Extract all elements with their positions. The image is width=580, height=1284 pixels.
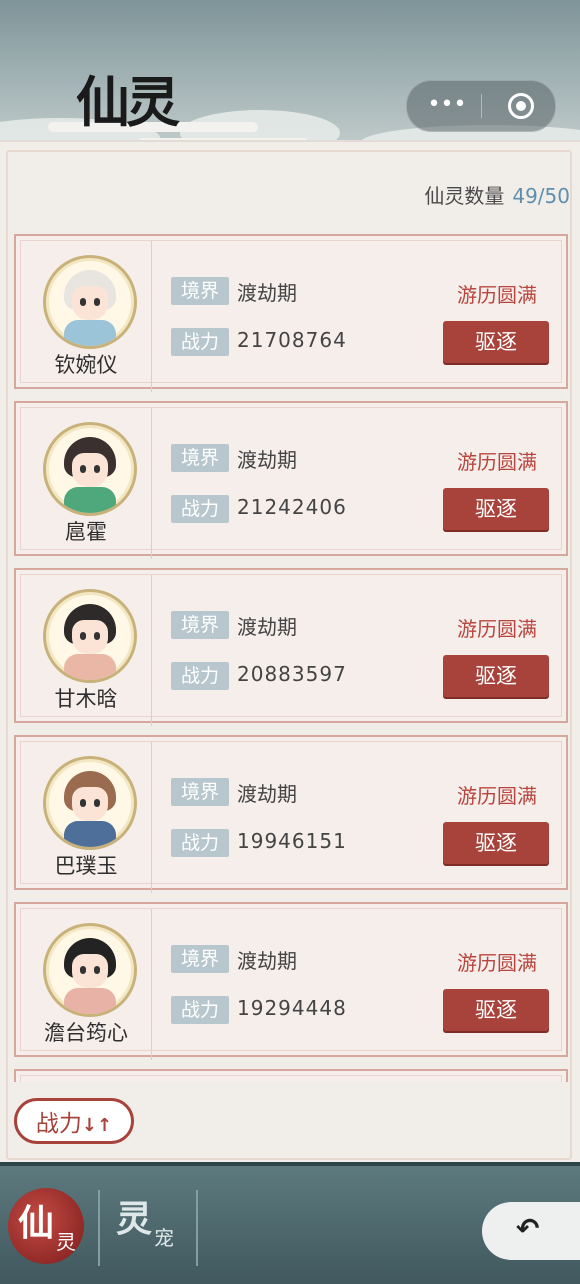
fairy-card: 钦婉仪 境界 渡劫期 战力 21708764 游历圆满 驱逐 <box>14 234 568 392</box>
realm-tag: 境界 <box>171 778 229 806</box>
fairy-count: 仙灵数量 49/50 <box>424 180 570 209</box>
avatar-outfit <box>64 487 116 513</box>
sort-arrows-icon: ↓↑ <box>81 1115 113 1136</box>
power-value: 21708764 <box>237 328 347 352</box>
realm-value: 渡劫期 <box>237 281 297 305</box>
fairy-list[interactable]: 钦婉仪 境界 渡劫期 战力 21708764 游历圆满 驱逐 扈霍 境界 渡劫期… <box>14 234 568 1082</box>
power-tag: 战力 <box>171 829 229 857</box>
power-tag: 战力 <box>171 662 229 690</box>
bottom-nav: 仙 灵 灵 宠 ↶ <box>0 1162 580 1284</box>
page-title: 仙灵 <box>76 70 180 134</box>
avatar[interactable] <box>43 589 137 683</box>
power-tag: 战力 <box>171 495 229 523</box>
tab-fairy[interactable]: 仙 灵 <box>8 1188 84 1264</box>
power-tag: 战力 <box>171 328 229 356</box>
expel-button[interactable]: 驱逐 <box>443 822 549 864</box>
status-text: 游历圆满 <box>457 450 537 474</box>
back-button[interactable]: ↶ <box>482 1202 580 1260</box>
tab-pet-main: 灵 <box>116 1198 153 1240</box>
header-background: 仙灵 ••• <box>0 0 580 160</box>
fairy-card-partial <box>14 1069 568 1082</box>
sort-label: 战力 <box>35 1111 82 1137</box>
power-value: 19946151 <box>237 829 347 853</box>
expel-button[interactable]: 驱逐 <box>443 488 549 530</box>
fairy-name: 巴璞玉 <box>54 854 118 878</box>
fairy-card: 巴璞玉 境界 渡劫期 战力 19946151 游历圆满 驱逐 <box>14 735 568 893</box>
nav-divider <box>196 1190 198 1266</box>
back-icon: ↶ <box>516 1212 540 1245</box>
realm-tag: 境界 <box>171 444 229 472</box>
power-value: 20883597 <box>237 662 347 686</box>
realm-tag: 境界 <box>171 611 229 639</box>
power-value: 21242406 <box>237 495 347 519</box>
fairy-count-value: 49/50 <box>512 184 570 208</box>
power-value: 19294448 <box>237 996 347 1020</box>
page-title-block: 仙灵 <box>48 52 308 152</box>
fairy-card: 扈霍 境界 渡劫期 战力 21242406 游历圆满 驱逐 <box>14 401 568 559</box>
realm-value: 渡劫期 <box>237 615 297 639</box>
fairy-list-panel: 仙灵数量 49/50 钦婉仪 境界 渡劫期 战力 21708764 游历圆满 驱… <box>0 140 580 1164</box>
realm-value: 渡劫期 <box>237 782 297 806</box>
avatar-outfit <box>64 988 116 1014</box>
avatar[interactable] <box>43 756 137 850</box>
fairy-card: 澹台筠心 境界 渡劫期 战力 19294448 游历圆满 驱逐 <box>14 902 568 1060</box>
status-text: 游历圆满 <box>457 784 537 808</box>
power-tag: 战力 <box>171 996 229 1024</box>
expel-button[interactable]: 驱逐 <box>443 989 549 1031</box>
fairy-count-label: 仙灵数量 <box>424 184 505 208</box>
fairy-name: 扈霍 <box>65 520 107 544</box>
avatar[interactable] <box>43 422 137 516</box>
close-miniapp-icon[interactable] <box>508 93 534 119</box>
status-text: 游历圆满 <box>457 951 537 975</box>
sort-by-power-button[interactable]: 战力↓↑ <box>14 1098 134 1144</box>
tab-fairy-main: 仙 <box>18 1202 55 1244</box>
fairy-name: 钦婉仪 <box>54 353 118 377</box>
capsule-divider <box>481 94 482 118</box>
miniapp-capsule: ••• <box>406 80 556 132</box>
expel-button[interactable]: 驱逐 <box>443 321 549 363</box>
status-text: 游历圆满 <box>457 617 537 641</box>
avatar[interactable] <box>43 923 137 1017</box>
status-text: 游历圆满 <box>457 283 537 307</box>
tab-pet-sub: 宠 <box>154 1226 174 1250</box>
realm-value: 渡劫期 <box>237 949 297 973</box>
fairy-name: 甘木晗 <box>54 687 118 711</box>
fairy-name: 澹台筠心 <box>44 1021 128 1045</box>
fairy-card: 甘木晗 境界 渡劫期 战力 20883597 游历圆满 驱逐 <box>14 568 568 726</box>
avatar-outfit <box>64 320 116 346</box>
more-icon[interactable]: ••• <box>427 92 467 120</box>
tab-fairy-sub: 灵 <box>56 1230 76 1254</box>
realm-tag: 境界 <box>171 277 229 305</box>
avatar-outfit <box>64 821 116 847</box>
nav-divider <box>98 1190 100 1266</box>
avatar[interactable] <box>43 255 137 349</box>
realm-tag: 境界 <box>171 945 229 973</box>
expel-button[interactable]: 驱逐 <box>443 655 549 697</box>
realm-value: 渡劫期 <box>237 448 297 472</box>
avatar-outfit <box>64 654 116 680</box>
